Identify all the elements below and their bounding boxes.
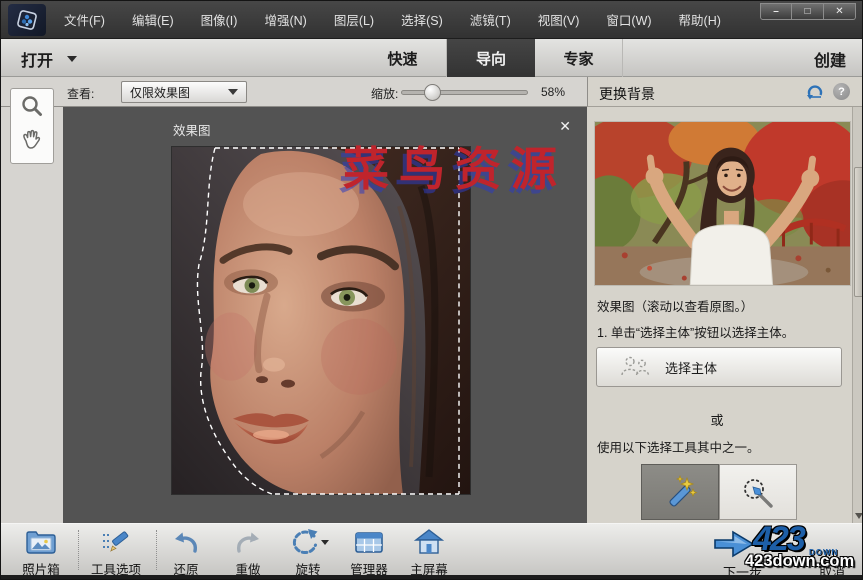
menu-view[interactable]: 视图(V) (538, 10, 580, 29)
select-subject-icon (619, 355, 653, 380)
taskbar: 照片箱 工具选项 (1, 523, 863, 575)
tools-hint: 使用以下选择工具其中之一。 (597, 437, 760, 456)
tool-options-button[interactable]: 工具选项 (81, 527, 151, 578)
redo-icon (233, 527, 263, 557)
menu-bar: 文件(F) 编辑(E) 图像(I) 增强(N) 图层(L) 选择(S) 滤镜(T… (1, 1, 863, 39)
menu-filter[interactable]: 滤镜(T) (470, 10, 511, 29)
zoom-slider-track[interactable] (401, 90, 528, 95)
menu-help[interactable]: 帮助(H) (679, 10, 721, 29)
close-button[interactable]: ✕ (824, 3, 856, 20)
panel-header: 更换背景 ? (587, 77, 863, 107)
zoom-tool-icon[interactable] (19, 94, 45, 125)
preview-label: 效果图 (173, 120, 211, 139)
zoom-value: 58% (541, 85, 565, 99)
hand-tool-icon[interactable] (19, 127, 45, 158)
undo-icon (171, 527, 201, 557)
zoom-label: 缩放: (371, 85, 398, 102)
undo-button[interactable]: 还原 (151, 527, 221, 578)
select-subject-button[interactable]: 选择主体 (596, 347, 842, 387)
view-select-value: 仅限效果图 (130, 84, 190, 101)
magic-wand-tool-button[interactable] (641, 464, 719, 520)
tool-strip (1, 107, 63, 523)
window-bottom-edge (1, 575, 863, 580)
panel-scrollbar[interactable] (852, 107, 863, 523)
menu-edit[interactable]: 编辑(E) (132, 10, 174, 29)
menu-image[interactable]: 图像(I) (201, 10, 238, 29)
photo-bin-button[interactable]: 照片箱 (6, 527, 76, 578)
reset-icon[interactable] (806, 83, 824, 101)
preview-caption: 效果图（滚动以查看原图。） (597, 296, 753, 315)
app-logo-icon (8, 4, 46, 36)
app-window: 文件(F) 编辑(E) 图像(I) 增强(N) 图层(L) 选择(S) 滤镜(T… (0, 0, 863, 580)
panel-title: 更换背景 (599, 84, 655, 104)
chevron-down-icon (228, 89, 238, 95)
taskbar-separator (78, 530, 79, 570)
canvas-watermark: 菜鸟资源 (343, 133, 567, 199)
menu-enhance[interactable]: 增强(N) (264, 10, 306, 29)
tool-options-icon (100, 527, 132, 557)
canvas: 效果图 ✕ (63, 107, 587, 523)
maximize-button[interactable]: □ (792, 3, 824, 20)
scroll-down-icon[interactable] (855, 513, 863, 519)
mode-bar: 打开 快速 导向 专家 创建 (1, 39, 863, 77)
home-icon (414, 527, 444, 557)
minimize-button[interactable]: – (760, 3, 792, 20)
menu-layer[interactable]: 图层(L) (334, 10, 374, 29)
open-label: 打开 (21, 47, 53, 71)
guided-panel: 效果图（滚动以查看原图。） 1. 单击“选择主体”按钮以选择主体。 选择主体 或… (587, 107, 863, 523)
open-button[interactable]: 打开 (21, 47, 77, 71)
or-label: 或 (587, 410, 847, 429)
toolbox (10, 88, 54, 164)
chevron-down-icon (67, 56, 77, 62)
create-button[interactable]: 创建 (814, 47, 846, 71)
sample-image (594, 121, 851, 286)
view-select[interactable]: 仅限效果图 (121, 81, 247, 103)
magic-wand-icon (662, 474, 698, 510)
options-bar: 查看: 仅限效果图 缩放: 58% (1, 77, 587, 107)
rotate-button[interactable]: 旋转 (273, 527, 343, 578)
select-subject-label: 选择主体 (665, 358, 717, 377)
organizer-icon (354, 527, 384, 557)
tab-expert[interactable]: 专家 (535, 39, 623, 77)
step1-text: 1. 单击“选择主体”按钮以选择主体。 (597, 322, 794, 341)
view-label: 查看: (67, 85, 94, 102)
menu-select[interactable]: 选择(S) (401, 10, 443, 29)
menu-items: 文件(F) 编辑(E) 图像(I) 增强(N) 图层(L) 选择(S) 滤镜(T… (64, 10, 721, 29)
mode-tabs: 快速 导向 专家 (359, 39, 623, 77)
zoom-slider-thumb[interactable] (424, 84, 441, 101)
tab-quick[interactable]: 快速 (359, 39, 447, 77)
help-icon[interactable]: ? (833, 83, 850, 100)
menu-window[interactable]: 窗口(W) (606, 10, 651, 29)
tab-guided[interactable]: 导向 (447, 39, 535, 77)
quick-selection-tool-button[interactable] (719, 464, 797, 520)
quick-selection-icon (740, 474, 776, 510)
photo-bin-icon (25, 527, 57, 557)
window-controls: – □ ✕ (760, 3, 856, 20)
rotate-icon (287, 527, 329, 557)
menu-file[interactable]: 文件(F) (64, 10, 105, 29)
home-screen-button[interactable]: 主屏幕 (394, 527, 464, 578)
scrollbar-thumb[interactable] (854, 167, 863, 297)
